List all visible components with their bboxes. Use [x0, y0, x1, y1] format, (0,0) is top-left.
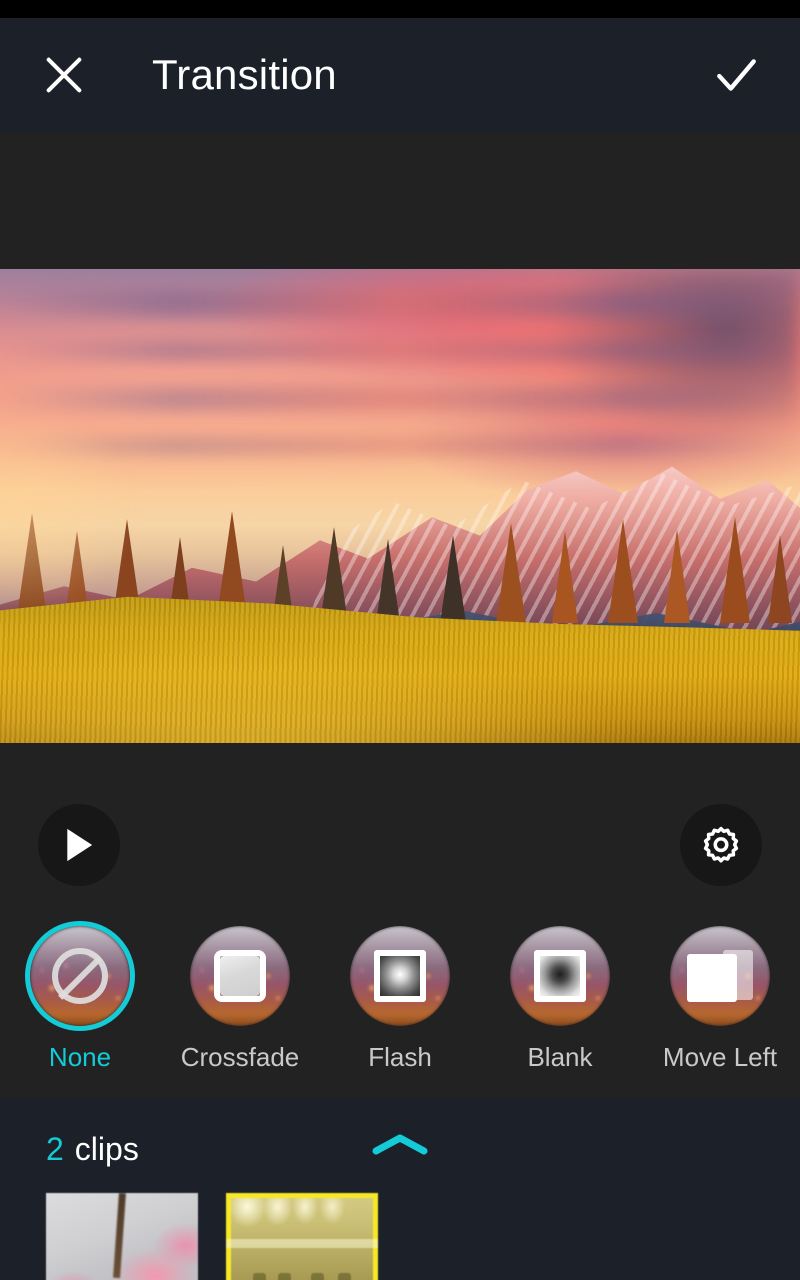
clip-detail	[112, 1193, 126, 1279]
sun-glow	[0, 389, 304, 689]
page-title: Transition	[152, 51, 337, 98]
crossfade-icon	[214, 950, 266, 1002]
clip-item-1[interactable]	[46, 1193, 198, 1280]
collapse-panel-button[interactable]	[365, 1125, 435, 1165]
close-x-icon	[46, 57, 82, 93]
letterbox-bottom	[0, 743, 800, 776]
transition-option-move-left[interactable]: Move Left	[640, 926, 800, 1073]
playback-bar	[0, 776, 800, 914]
gear-icon	[703, 826, 739, 863]
transition-thumbnail[interactable]	[670, 926, 770, 1026]
check-icon	[717, 59, 756, 91]
move-left-icon	[687, 948, 753, 1004]
transition-label: Move Left	[662, 1042, 778, 1072]
transition-label: Crossfade	[180, 1042, 300, 1072]
clip-count: 2	[46, 1130, 64, 1167]
close-button[interactable]	[38, 49, 90, 101]
chevron-up-icon	[372, 1134, 428, 1155]
transition-label: Flash	[368, 1042, 432, 1072]
transition-label: Blank	[527, 1042, 593, 1072]
app-header: Transition	[0, 18, 800, 132]
letterbox-top	[0, 132, 800, 269]
settings-button[interactable]	[680, 804, 762, 886]
clip-count-label: clips	[74, 1130, 139, 1167]
cloud-band	[0, 291, 800, 317]
transition-option-crossfade[interactable]: Crossfade	[160, 926, 320, 1073]
clip-timeline[interactable]	[0, 1175, 800, 1280]
play-button[interactable]	[38, 804, 120, 886]
flash-icon	[374, 950, 426, 1002]
transition-option-blank[interactable]: Blank	[480, 926, 640, 1073]
clips-header: 2 clips	[0, 1123, 800, 1175]
clip-item-2[interactable]	[226, 1193, 378, 1280]
cloud-band	[0, 341, 800, 361]
transition-label: None	[48, 1042, 112, 1072]
video-preview-area	[0, 132, 800, 776]
clip-detail	[226, 1239, 378, 1248]
transition-option-flash[interactable]: Flash	[320, 926, 480, 1073]
blank-icon	[534, 950, 586, 1002]
no-transition-icon	[52, 948, 108, 1004]
transition-option-none[interactable]: None	[0, 926, 160, 1073]
transition-thumbnail[interactable]	[190, 926, 290, 1026]
transition-thumbnail[interactable]	[510, 926, 610, 1026]
transition-thumbnail[interactable]	[30, 926, 130, 1026]
clips-panel: 2 clips	[0, 1099, 800, 1280]
play-icon	[67, 828, 93, 862]
transition-thumbnail[interactable]	[350, 926, 450, 1026]
transition-options-strip[interactable]: None Crossfade Flash Blank Move Left	[0, 914, 800, 1099]
transition-editor-screen: Transition None Crossfade Flash Blank Mo…	[0, 0, 800, 1280]
confirm-button[interactable]	[710, 49, 762, 101]
status-bar	[0, 0, 800, 18]
preview-frame[interactable]	[0, 269, 800, 743]
